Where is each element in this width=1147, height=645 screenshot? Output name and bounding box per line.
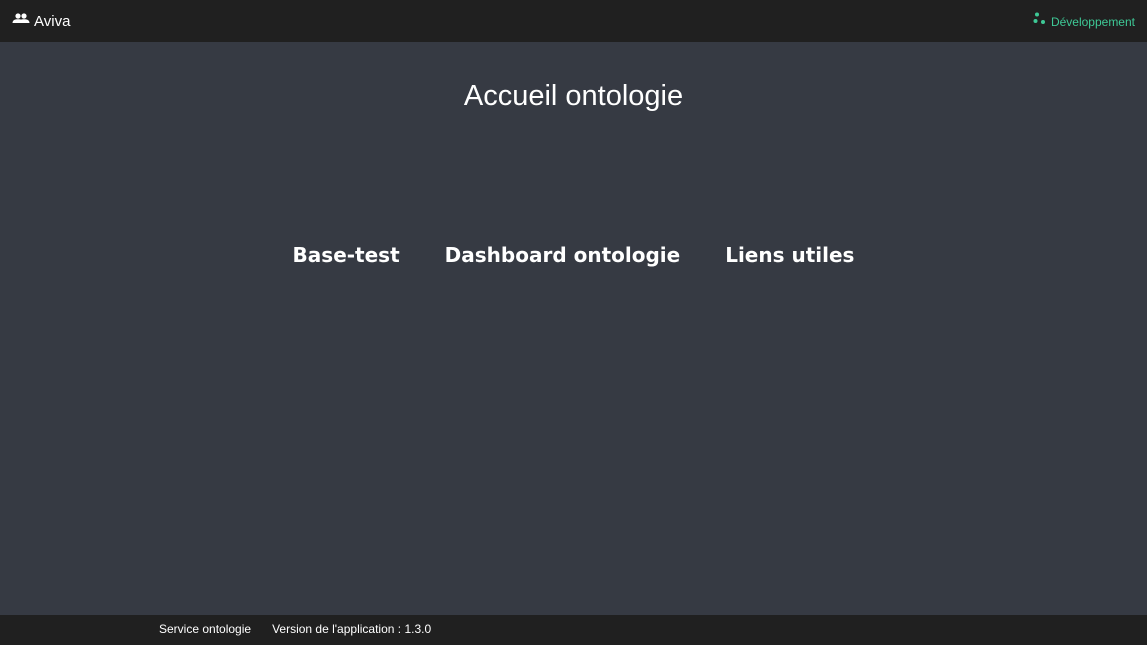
environment-label: Développement	[1050, 15, 1135, 29]
nav-links: Base-test Dashboard ontologie Liens util…	[0, 243, 1147, 267]
app-brand-link[interactable]: Aviva	[12, 13, 70, 30]
top-navbar: Aviva Développement	[0, 0, 1147, 42]
environment-indicator: Développement	[1033, 12, 1135, 29]
liens-utiles-link[interactable]: Liens utiles	[725, 243, 854, 267]
footer-service: Service ontologie	[159, 622, 252, 636]
app-name: Aviva	[34, 12, 71, 30]
base-test-link[interactable]: Base-test	[293, 243, 400, 267]
page-title: Accueil ontologie	[463, 80, 684, 112]
main-content: Accueil ontologie Base-test Dashboard on…	[0, 42, 1147, 615]
dashboard-ontologie-link[interactable]: Dashboard ontologie	[445, 243, 681, 267]
dots-icon	[1033, 12, 1047, 26]
footer: Service ontologie Version de l'applicati…	[0, 615, 1147, 645]
footer-version: Version de l'application : 1.3.0	[272, 622, 432, 636]
users-icon	[12, 12, 30, 26]
